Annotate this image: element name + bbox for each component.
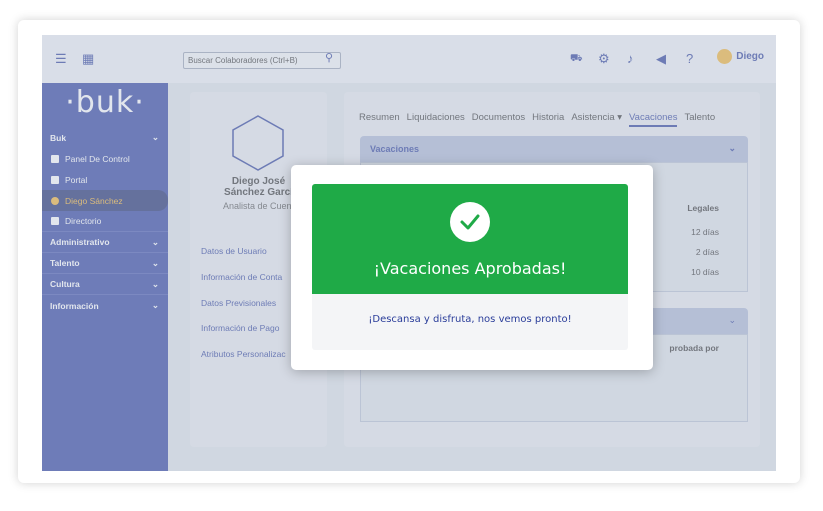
check-icon	[460, 214, 480, 230]
check-circle-icon	[450, 202, 490, 242]
success-modal: ¡Vacaciones Aprobadas! ¡Descansa y disfr…	[291, 165, 653, 370]
modal-subtitle: ¡Descansa y disfruta, nos vemos pronto!	[312, 294, 628, 350]
modal-banner: ¡Vacaciones Aprobadas!	[312, 184, 628, 294]
modal-title: ¡Vacaciones Aprobadas!	[373, 259, 567, 278]
